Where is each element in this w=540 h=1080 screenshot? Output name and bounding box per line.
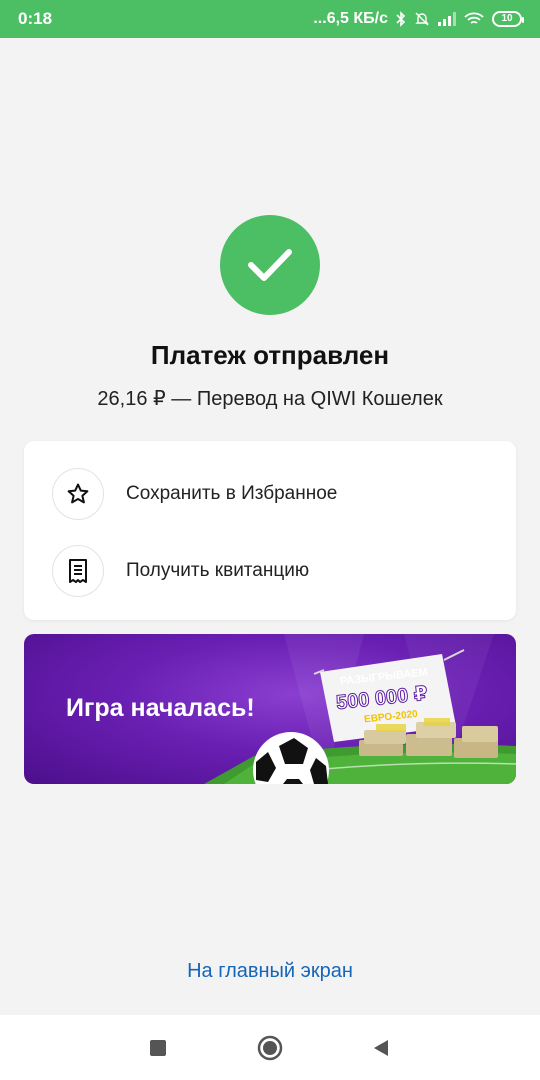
get-receipt-label: Получить квитанцию xyxy=(126,559,310,581)
star-icon xyxy=(52,467,104,520)
home-icon[interactable] xyxy=(255,1033,285,1063)
navigation-bar xyxy=(0,1015,540,1080)
back-icon[interactable] xyxy=(366,1033,396,1063)
promo-banner[interactable]: РАЗЫГРЫВАЕМ 500 000 ₽ ЕВРО-2020 Игра нач… xyxy=(24,634,516,784)
banner-title: Игра началась! xyxy=(66,694,255,722)
payment-subtitle: 26,16 ₽ — Перевод на QIWI Кошелек xyxy=(97,388,443,410)
wifi-icon xyxy=(464,12,484,26)
save-favorite-button[interactable]: Сохранить в Избранное xyxy=(24,455,516,532)
mute-icon xyxy=(414,11,430,27)
recent-apps-icon[interactable] xyxy=(143,1033,173,1063)
bluetooth-icon xyxy=(396,11,406,27)
money-stacks xyxy=(359,718,498,758)
actions-card: Сохранить в Избранное Получить квитанцию xyxy=(24,441,516,620)
receipt-icon xyxy=(52,544,104,597)
signal-icon xyxy=(438,12,456,26)
save-favorite-label: Сохранить в Избранное xyxy=(126,482,338,504)
get-receipt-button[interactable]: Получить квитанцию xyxy=(24,532,516,609)
status-time: 0:18 xyxy=(18,9,53,28)
status-bar: 0:18 ...6,5 КБ/с 10 xyxy=(0,0,540,38)
status-right: ...6,5 КБ/с 10 xyxy=(313,10,524,28)
network-speed: ...6,5 КБ/с xyxy=(313,10,388,27)
home-screen-link[interactable]: На главный экран xyxy=(0,960,540,983)
battery-icon: 10 xyxy=(492,11,524,27)
payment-title: Платеж отправлен xyxy=(150,340,390,370)
success-check-icon xyxy=(220,215,320,315)
